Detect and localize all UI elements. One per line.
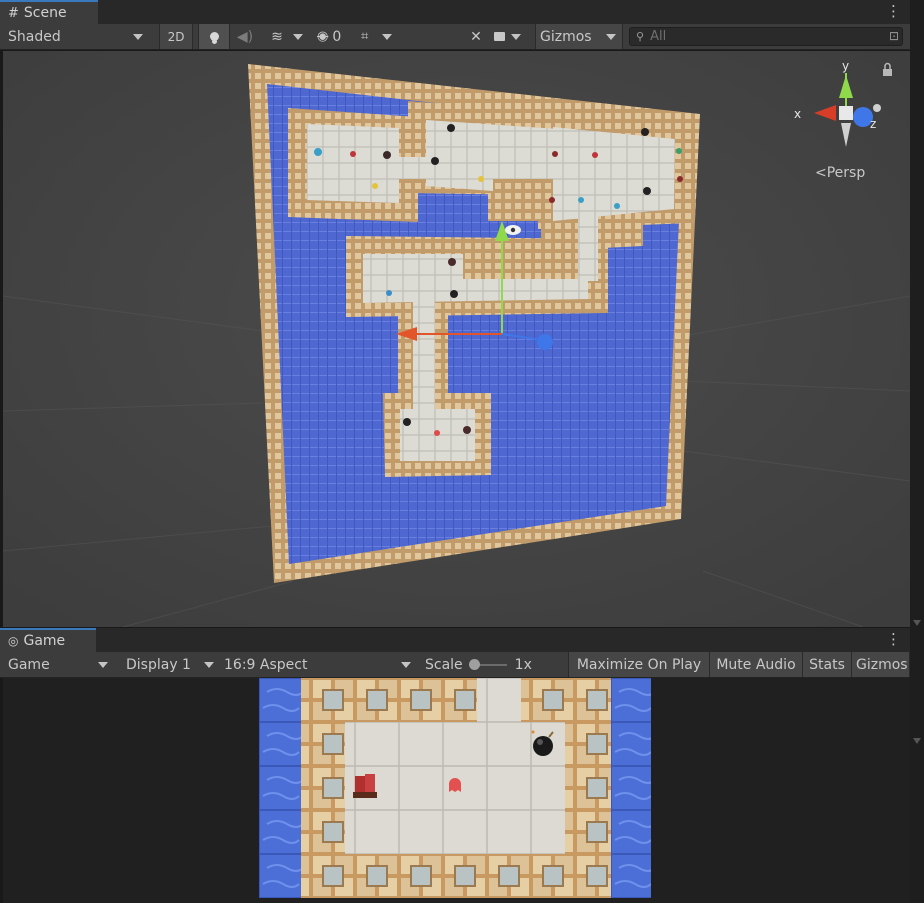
- maximize-on-play-button[interactable]: Maximize On Play: [568, 652, 710, 677]
- search-placeholder: All: [650, 29, 667, 44]
- chevron-down-icon: [292, 33, 303, 40]
- scene-viewport[interactable]: y x z <Persp: [3, 51, 910, 627]
- collapse-arrow-icon[interactable]: [913, 620, 921, 626]
- mute-audio-button[interactable]: Mute Audio: [709, 652, 803, 677]
- scene-toolbar: Shaded 2D ◀) ≋ ◉ 0 ⌗ ✕ Gizmos ⚲ All ⊡: [0, 24, 910, 50]
- boots-icon: [353, 774, 377, 798]
- chevron-left-icon: <: [815, 165, 827, 181]
- audio-toggle-button[interactable]: ◀): [232, 24, 258, 49]
- shading-mode-dropdown[interactable]: Shaded: [0, 24, 152, 49]
- tab-scene-label: Scene: [23, 5, 67, 21]
- grid-snap-dropdown[interactable]: ⌗: [361, 24, 407, 49]
- chevron-down-icon: [382, 33, 393, 40]
- layers-icon: ≋: [271, 28, 283, 45]
- scale-value: 1x: [514, 656, 532, 673]
- mute-audio-label: Mute Audio: [716, 656, 796, 673]
- display-dropdown[interactable]: Display 1: [118, 652, 218, 677]
- chevron-down-icon: [204, 662, 214, 668]
- search-filter-icon[interactable]: ⊡: [889, 29, 899, 43]
- game-render[interactable]: [3, 678, 910, 903]
- scene-search-field[interactable]: ⚲ All ⊡: [629, 27, 903, 46]
- level-board[interactable]: [248, 64, 700, 583]
- scene-render[interactable]: y x z: [3, 51, 910, 627]
- speaker-icon: ◀): [236, 28, 254, 45]
- grid-icon: #: [8, 5, 19, 21]
- grid-snap-icon: ⌗: [361, 29, 369, 44]
- game-view-label: Game: [8, 656, 50, 673]
- tools-icon: ✕: [470, 28, 482, 45]
- game-water-right: [611, 678, 651, 898]
- game-tab-bar: ◎ Game ⋮: [0, 628, 910, 652]
- axis-label-z: z: [870, 117, 876, 131]
- aspect-label: 16:9 Aspect: [224, 656, 308, 673]
- collapse-arrow-icon[interactable]: [913, 738, 921, 744]
- camera-icon: [494, 32, 505, 41]
- scene-tab-bar: # Scene ⋮: [0, 0, 910, 24]
- eye-slash-icon: ◉: [317, 29, 329, 44]
- shading-mode-label: Shaded: [8, 28, 61, 45]
- maximize-on-play-label: Maximize On Play: [576, 656, 702, 673]
- lighting-toggle-button[interactable]: [198, 24, 230, 49]
- chevron-down-icon: [605, 33, 616, 40]
- scale-control: Scale 1x: [425, 652, 537, 677]
- lightbulb-icon: [209, 32, 219, 41]
- display-label: Display 1: [126, 656, 191, 673]
- toggle-2d-button[interactable]: 2D: [159, 24, 193, 49]
- scale-label: Scale: [425, 656, 463, 673]
- scene-menu-icon[interactable]: ⋮: [886, 2, 901, 20]
- game-gizmos-label: Gizmos: [856, 656, 908, 673]
- game-floor-top-gap: [477, 678, 521, 722]
- game-view[interactable]: [3, 678, 910, 903]
- scene-visibility-toggle[interactable]: ◉ 0: [317, 24, 355, 49]
- gamepad-icon: ◎: [8, 634, 19, 648]
- effects-dropdown[interactable]: ≋: [262, 24, 312, 49]
- chevron-down-icon: [511, 33, 521, 40]
- tab-game-label: Game: [23, 633, 66, 649]
- tab-scene[interactable]: # Scene: [0, 0, 98, 24]
- hidden-count: 0: [332, 28, 342, 45]
- aspect-dropdown[interactable]: 16:9 Aspect: [218, 652, 416, 677]
- stats-label: Stats: [809, 656, 845, 673]
- axis-label-x: x: [794, 107, 801, 121]
- scale-slider-thumb[interactable]: [468, 658, 480, 670]
- gizmos-dropdown[interactable]: Gizmos: [535, 24, 623, 49]
- camera-dropdown[interactable]: [494, 24, 532, 49]
- persp-toggle[interactable]: <Persp: [815, 165, 865, 181]
- chevron-down-icon: [133, 34, 143, 40]
- right-panel-strip: [910, 0, 924, 903]
- gizmos-label: Gizmos: [540, 28, 592, 45]
- game-water-left: [259, 678, 301, 898]
- toggle-2d-label: 2D: [167, 29, 185, 44]
- search-icon: ⚲: [636, 30, 645, 43]
- chevron-down-icon: [98, 662, 108, 668]
- persp-label: Persp: [826, 165, 866, 181]
- game-menu-icon[interactable]: ⋮: [886, 630, 901, 648]
- game-gizmos-button[interactable]: Gizmos: [851, 652, 910, 677]
- ghost-enemy-icon: [449, 778, 461, 792]
- game-toolbar: Game Display 1 16:9 Aspect Scale 1x Maxi…: [0, 652, 910, 678]
- scale-slider[interactable]: [468, 658, 507, 670]
- axis-label-y: y: [842, 59, 849, 73]
- chevron-down-icon: [401, 662, 411, 668]
- stats-button[interactable]: Stats: [802, 652, 852, 677]
- tab-game[interactable]: ◎ Game: [0, 628, 96, 652]
- tools-button[interactable]: ✕: [466, 24, 486, 49]
- game-view-dropdown[interactable]: Game: [0, 652, 114, 677]
